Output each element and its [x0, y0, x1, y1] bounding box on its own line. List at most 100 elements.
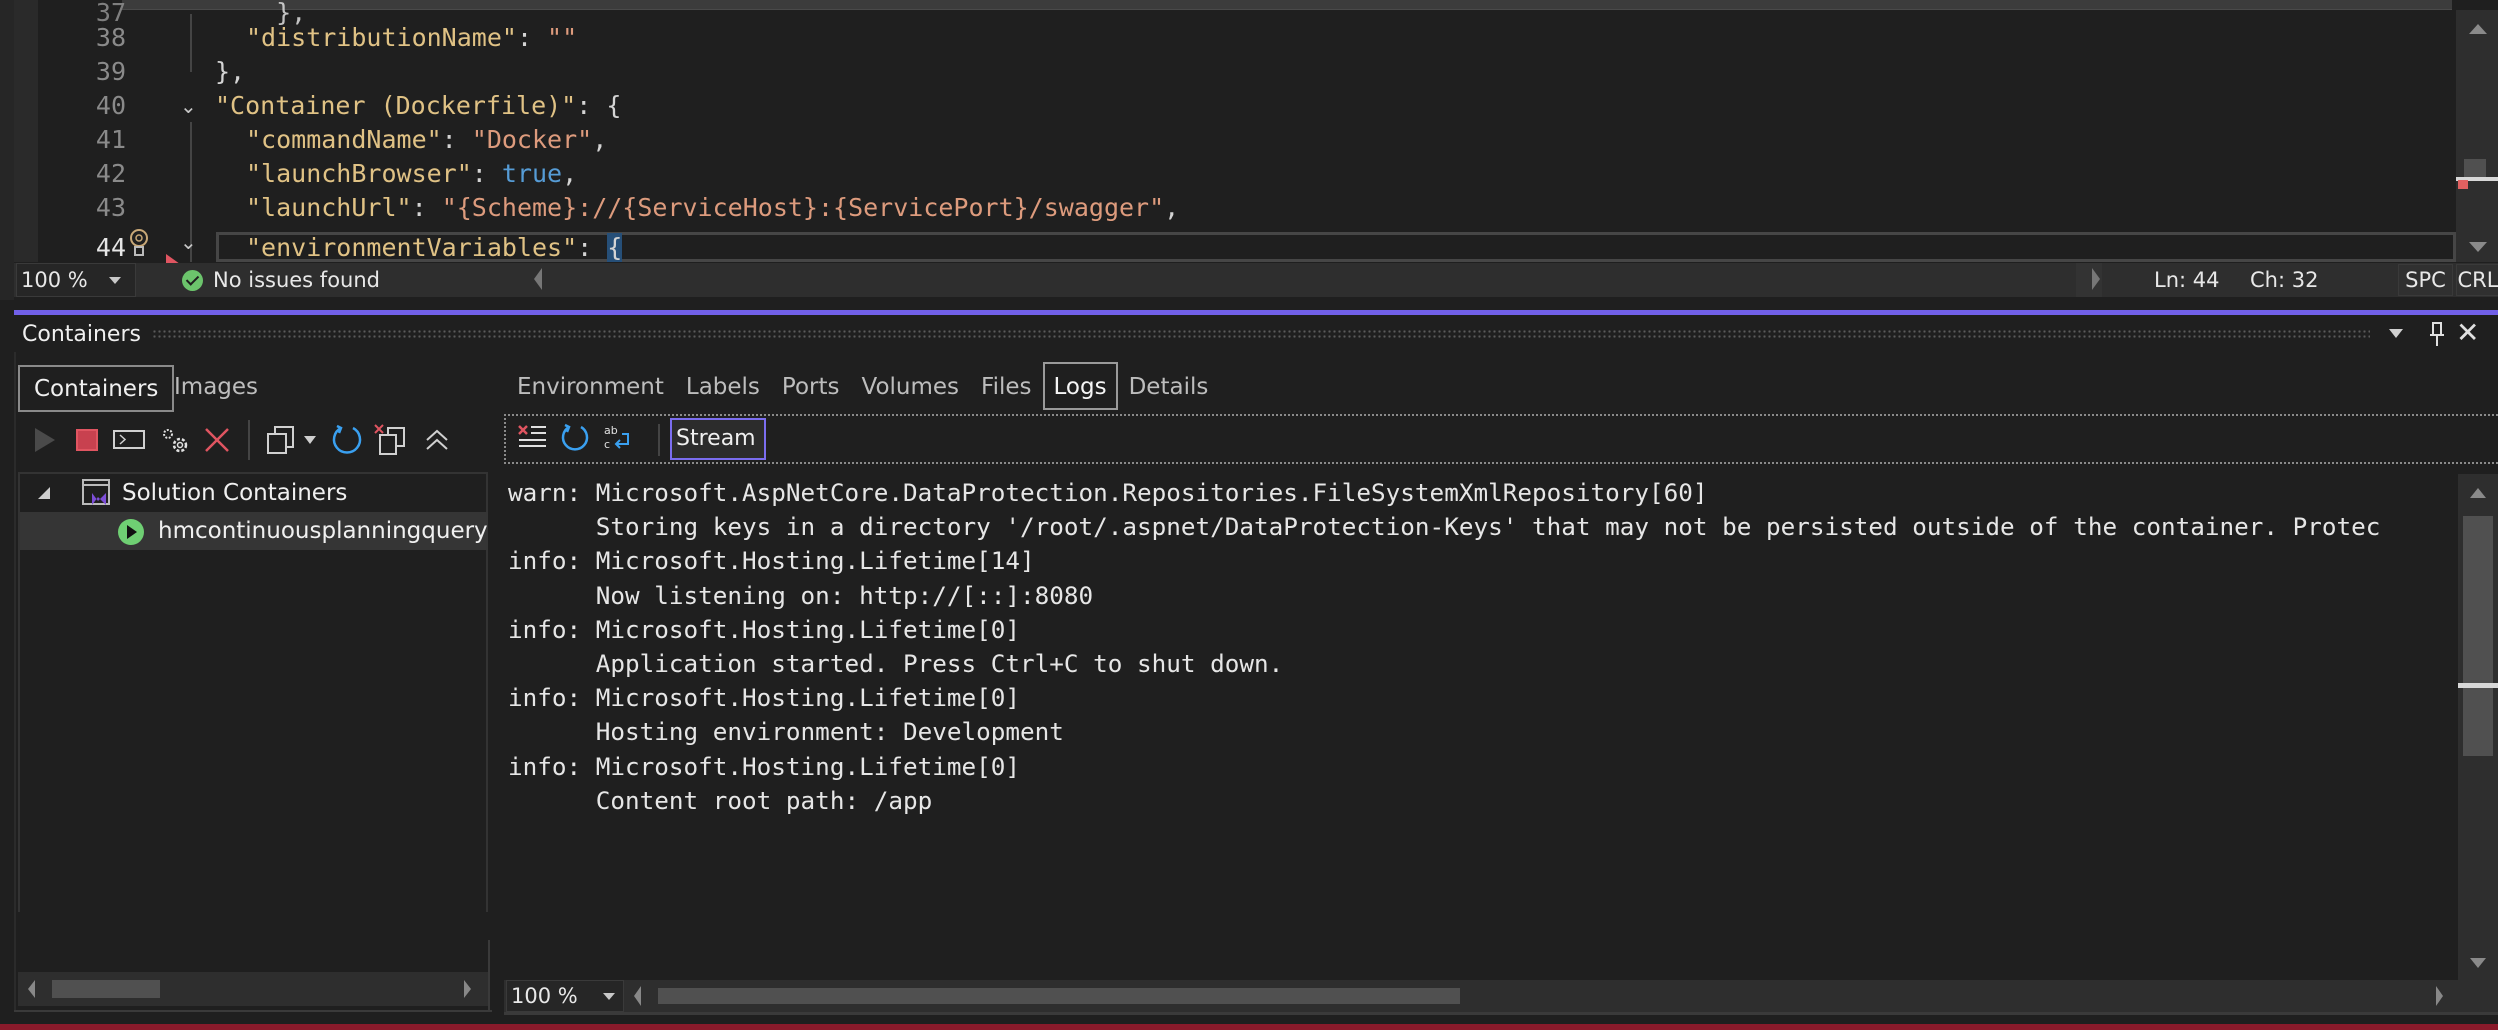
line-number[interactable]: Ln: 44 [2154, 263, 2219, 297]
line-number: 41 [95, 125, 126, 154]
tab-volumes[interactable]: Volumes [851, 362, 971, 410]
scroll-up-icon[interactable] [2469, 24, 2487, 34]
indentation-mode[interactable]: SPC [2398, 264, 2453, 296]
stop-icon [76, 429, 98, 451]
stop-button[interactable] [70, 418, 104, 462]
json-punctuation: : [411, 193, 442, 222]
scrollbar-thumb[interactable] [2463, 516, 2493, 756]
json-string: "Docker" [471, 125, 593, 154]
tab-labels[interactable]: Labels [675, 362, 771, 410]
fold-chevron-icon[interactable]: ⌄ [180, 230, 197, 254]
scroll-down-icon[interactable] [2469, 242, 2487, 252]
code-text: }, [215, 55, 245, 89]
stream-toggle-button[interactable]: Stream [670, 418, 766, 460]
code-text: "launchUrl": "{Scheme}://{ServiceHost}:{… [246, 191, 1179, 225]
tab-environment[interactable]: Environment [506, 362, 675, 410]
json-punctuation: : [577, 233, 608, 262]
chevron-down-icon [109, 277, 121, 284]
scroll-right-icon[interactable] [2092, 268, 2100, 290]
panel-splitter[interactable] [488, 940, 490, 1012]
open-terminal-button[interactable] [112, 418, 146, 462]
close-icon[interactable]: ✕ [2456, 318, 2479, 348]
start-icon [35, 428, 55, 452]
word-wrap-icon[interactable]: ab c [602, 422, 636, 456]
container-detail-tabs: Environment Labels Ports Volumes Files L… [506, 362, 1219, 410]
code-text: "distributionName": "" [246, 21, 577, 55]
zoom-value: 100 % [511, 984, 578, 1008]
editor-zoom-dropdown[interactable]: 100 % [16, 263, 136, 297]
clear-logs-icon[interactable] [516, 422, 550, 456]
ide-status-bar [0, 1024, 2498, 1030]
scrollbar-thumb[interactable] [2464, 159, 2486, 177]
tree-group-solution-containers[interactable]: Solution Containers [20, 474, 488, 512]
editor-status-bar: 100 % No issues found Ln: 44 Ch: 32 SPC … [14, 263, 2498, 297]
window-position-dropdown-icon[interactable] [2389, 329, 2403, 338]
log-vertical-scrollbar[interactable] [2458, 474, 2498, 980]
tree-item-container[interactable]: hmcontinuousplanningqueryap [20, 512, 488, 550]
lightbulb-icon[interactable] [128, 228, 150, 258]
column-number[interactable]: Ch: 32 [2250, 263, 2318, 297]
json-string: "" [547, 23, 578, 52]
refresh-button[interactable] [330, 418, 364, 462]
logs-toolbar: ab c Stream [504, 414, 2498, 464]
fold-chevron-icon[interactable]: ⌄ [180, 94, 197, 118]
scroll-right-icon[interactable] [2436, 986, 2443, 1006]
panel-border [14, 1010, 492, 1012]
tab-logs[interactable]: Logs [1042, 362, 1118, 410]
tab-containers[interactable]: Containers [18, 365, 175, 412]
tree-horizontal-scrollbar[interactable] [18, 972, 488, 1006]
log-line: Now listening on: http://[::]:8080 [508, 580, 1094, 610]
scroll-left-icon[interactable] [28, 980, 35, 998]
containers-tree[interactable]: Solution Containers hmcontinuousplanning… [18, 472, 488, 912]
log-zoom-dropdown[interactable]: 100 % [506, 980, 624, 1012]
tab-ports[interactable]: Ports [771, 362, 851, 410]
toolwindow-drag-grip[interactable] [152, 329, 2370, 339]
line-endings[interactable]: CRLF [2456, 264, 2498, 296]
toolwindow-title: Containers [22, 322, 141, 347]
scroll-up-icon[interactable] [2470, 488, 2486, 498]
scrollbar-thumb[interactable] [52, 980, 160, 998]
remove-button[interactable] [200, 418, 234, 462]
code-editor[interactable]: 37 }, 38 "distributionName": "" 39}, 40 "Cont… [0, 0, 2498, 300]
position-marker [2458, 683, 2498, 688]
collapse-all-button[interactable] [420, 418, 454, 462]
scroll-right-icon[interactable] [464, 980, 471, 998]
expand-triangle-icon[interactable] [38, 487, 50, 499]
toolbar-separator [248, 420, 250, 460]
collapse-all-icon [426, 429, 448, 450]
copy-files-button[interactable] [264, 418, 298, 462]
running-status-icon [118, 519, 144, 545]
code-line: 41 "commandName": "Docker", [0, 123, 2450, 157]
tab-images[interactable]: Images [160, 365, 272, 412]
log-bottom-bar: 100 % [504, 980, 2498, 1012]
tab-details[interactable]: Details [1118, 362, 1220, 410]
issues-indicator[interactable]: No issues found [182, 263, 380, 297]
tree-group-label: Solution Containers [122, 480, 348, 506]
settings-button[interactable] [158, 418, 192, 462]
line-number: 42 [95, 159, 126, 188]
chevron-down-icon [304, 436, 316, 444]
horizontal-scrollbar-thumb[interactable] [658, 988, 1460, 1004]
scroll-left-icon[interactable] [534, 268, 542, 290]
tab-files[interactable]: Files [970, 362, 1042, 410]
log-line: Content root path: /app [508, 785, 933, 815]
code-text: "launchBrowser": true, [246, 157, 577, 191]
code-line: 42 "launchBrowser": true, [0, 157, 2450, 191]
pin-icon[interactable] [2430, 322, 2444, 346]
json-punctuation: : [516, 23, 548, 52]
log-line: Storing keys in a directory '/root/.aspn… [508, 512, 2381, 542]
scroll-left-icon[interactable] [634, 986, 641, 1006]
prune-button[interactable] [374, 418, 408, 462]
log-output[interactable]: warn: Microsoft.AspNetCore.DataProtectio… [508, 476, 2458, 976]
terminal-icon [113, 430, 145, 449]
start-button[interactable] [28, 418, 62, 462]
scroll-down-icon[interactable] [2470, 958, 2486, 968]
prune-icon [374, 424, 405, 455]
json-punctuation: }, [215, 57, 246, 86]
editor-vertical-scrollbar[interactable] [2456, 10, 2498, 262]
log-line: warn: Microsoft.AspNetCore.DataProtectio… [508, 478, 1708, 507]
json-punctuation: : [441, 125, 472, 154]
refresh-logs-icon[interactable] [558, 422, 592, 456]
line-number: 39 [95, 57, 126, 86]
copy-files-dropdown[interactable] [300, 418, 320, 462]
